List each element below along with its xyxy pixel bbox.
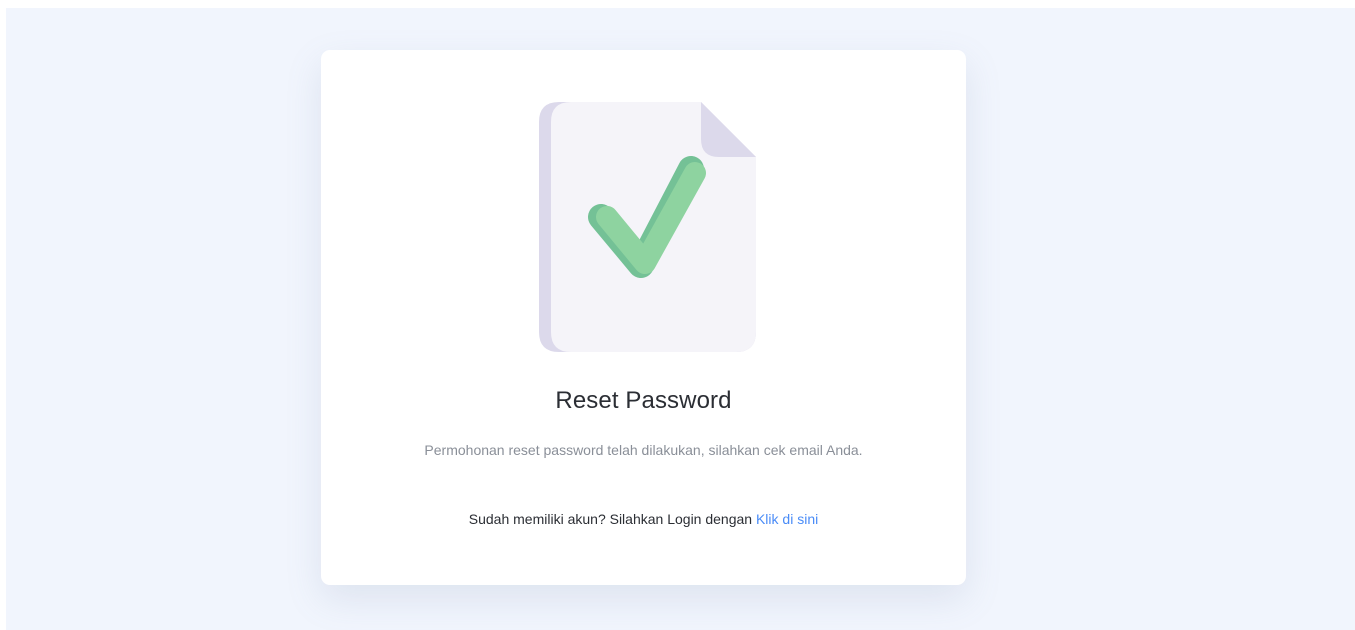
- login-prompt-row: Sudah memiliki akun? Silahkan Login deng…: [321, 511, 966, 527]
- page-background: Reset Password Permohonan reset password…: [6, 8, 1355, 630]
- success-message: Permohonan reset password telah dilakuka…: [424, 442, 863, 458]
- login-link[interactable]: Klik di sini: [756, 511, 818, 527]
- page-title: Reset Password: [555, 387, 732, 414]
- login-prompt-text: Sudah memiliki akun? Silahkan Login deng…: [468, 511, 753, 527]
- document-check-icon: [539, 102, 756, 352]
- reset-password-card: Reset Password Permohonan reset password…: [321, 50, 966, 585]
